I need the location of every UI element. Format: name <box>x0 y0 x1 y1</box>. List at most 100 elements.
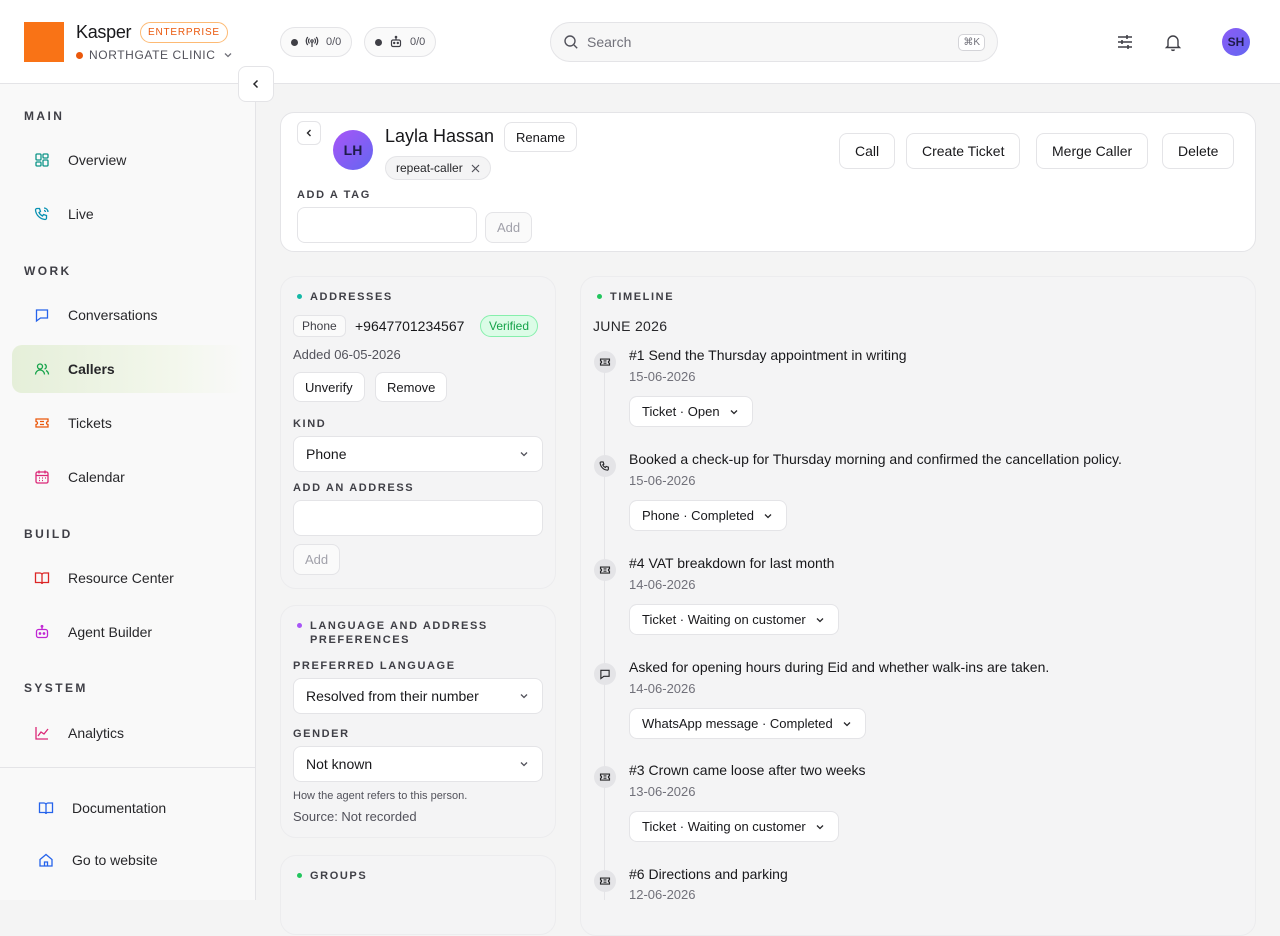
timeline-status-dropdown[interactable]: Ticket · Waiting on customer <box>629 604 839 635</box>
status-dot <box>375 38 382 46</box>
merge-caller-button[interactable]: Merge Caller <box>1036 133 1149 169</box>
timeline-status-dropdown[interactable]: Ticket · Waiting on customer <box>629 811 839 842</box>
section-dot <box>597 294 602 299</box>
call-button[interactable]: Call <box>839 133 896 169</box>
timeline-event-title[interactable]: Asked for opening hours during Eid and w… <box>629 659 1049 675</box>
add-address-button[interactable]: Add <box>293 544 341 575</box>
brand-logo[interactable] <box>24 22 64 62</box>
timeline-title: TIMELINE <box>597 290 674 304</box>
search-shortcut: ⌘K <box>958 33 985 51</box>
chevron-down-icon <box>222 49 234 61</box>
sidebar-item-overview[interactable]: Overview <box>12 136 244 184</box>
timeline-event-date: 15-06-2026 <box>629 369 696 384</box>
search-input[interactable] <box>587 34 951 50</box>
gender-hint: How the agent refers to this person. <box>293 790 468 802</box>
sidebar-item-go-to-website[interactable]: Go to website <box>16 836 248 884</box>
timeline-event-title[interactable]: #3 Crown came loose after two weeks <box>629 762 866 778</box>
addresses-title: ADDRESSES <box>297 290 393 304</box>
timeline-status-dropdown[interactable]: Ticket · Open <box>629 396 753 427</box>
timeline-rail <box>604 371 605 900</box>
chevron-down-icon <box>814 614 826 626</box>
phone-icon <box>594 455 616 477</box>
line-chart-icon <box>34 725 50 741</box>
sidebar-item-calendar[interactable]: Calendar <box>12 453 244 501</box>
ticket-icon <box>594 870 616 892</box>
preferred-language-label: PREFERRED LANGUAGE <box>293 660 456 672</box>
ticket-icon <box>34 415 50 431</box>
address-added-date: Added 06-05-2026 <box>293 347 401 362</box>
counter-value: 0/0 <box>326 36 342 48</box>
sidebar-item-label: Live <box>68 206 94 222</box>
book-icon <box>38 800 54 816</box>
timeline-event-title[interactable]: #1 Send the Thursday appointment in writ… <box>629 347 907 363</box>
remove-address-button[interactable]: Remove <box>375 372 448 402</box>
add-address-input[interactable] <box>293 500 543 536</box>
org-switcher[interactable]: NORTHGATE CLINIC <box>76 48 234 62</box>
top-bar: Kasper ENTERPRISE NORTHGATE CLINIC 0/0 0… <box>0 0 1280 84</box>
timeline-event-date: 14-06-2026 <box>629 577 696 592</box>
bot-icon <box>389 35 403 49</box>
sidebar-item-label: Overview <box>68 152 127 168</box>
chevron-down-icon <box>762 510 774 522</box>
grid-icon <box>34 152 50 168</box>
sidebar-item-agent-builder[interactable]: Agent Builder <box>12 608 244 656</box>
groups-title: GROUPS <box>297 869 367 883</box>
filters-icon[interactable] <box>1113 30 1137 54</box>
chevron-down-icon <box>518 758 530 770</box>
delete-button[interactable]: Delete <box>1162 133 1235 169</box>
rename-button[interactable]: Rename <box>504 122 578 152</box>
create-ticket-button[interactable]: Create Ticket <box>906 133 1021 169</box>
add-tag-input[interactable] <box>297 207 477 243</box>
section-work: WORK <box>24 264 72 278</box>
agents-counter[interactable]: 0/0 <box>364 27 437 57</box>
home-icon <box>38 852 54 868</box>
timeline-event-title[interactable]: #4 VAT breakdown for last month <box>629 555 834 571</box>
verified-badge: Verified <box>480 315 539 337</box>
section-dot <box>297 294 302 299</box>
users-icon <box>34 361 50 377</box>
sidebar-item-tickets[interactable]: Tickets <box>12 399 244 447</box>
preferred-language-select[interactable]: Resolved from their number <box>293 678 543 714</box>
sidebar-item-resource-center[interactable]: Resource Center <box>12 554 244 602</box>
timeline-status-dropdown[interactable]: WhatsApp message · Completed <box>629 708 866 739</box>
add-address-label: ADD AN ADDRESS <box>293 482 415 494</box>
chevron-down-icon <box>518 448 530 460</box>
sidebar-item-live[interactable]: Live <box>12 190 244 238</box>
tag-chip: repeat-caller <box>385 156 491 180</box>
kind-select[interactable]: Phone <box>293 436 543 472</box>
sidebar-item-label: Calendar <box>68 469 125 485</box>
gender-value: Not known <box>306 756 373 772</box>
timeline-event-title[interactable]: #6 Directions and parking <box>629 866 788 882</box>
org-name: NORTHGATE CLINIC <box>89 48 216 62</box>
sidebar-item-label: Resource Center <box>68 570 174 586</box>
sidebar-item-callers[interactable]: Callers <box>12 345 244 393</box>
sidebar-item-analytics[interactable]: Analytics <box>12 709 244 757</box>
chevron-left-icon <box>303 127 315 139</box>
sidebar-item-label: Agent Builder <box>68 624 153 640</box>
back-button[interactable] <box>297 121 321 145</box>
section-dot <box>297 623 302 628</box>
chevron-down-icon <box>814 821 826 833</box>
book-open-icon <box>34 570 50 586</box>
global-search[interactable]: ⌘K <box>550 22 998 62</box>
address-number: +9647701234567 <box>355 318 465 334</box>
section-main: MAIN <box>24 109 65 123</box>
ticket-icon <box>594 351 616 373</box>
user-avatar[interactable]: SH <box>1222 28 1250 56</box>
sidebar-item-conversations[interactable]: Conversations <box>12 291 244 339</box>
gender-select[interactable]: Not known <box>293 746 543 782</box>
timeline-status-dropdown[interactable]: Phone · Completed <box>629 500 788 531</box>
sidebar-item-documentation[interactable]: Documentation <box>16 784 248 832</box>
sidebar-item-label: Tickets <box>68 415 112 431</box>
timeline-event-title[interactable]: Booked a check-up for Thursday morning a… <box>629 451 1122 467</box>
message-square-icon <box>34 307 50 323</box>
live-calls-counter[interactable]: 0/0 <box>280 27 353 57</box>
close-icon[interactable] <box>471 164 480 173</box>
status-label: Ticket · Waiting on customer <box>642 819 806 834</box>
collapse-sidebar-button[interactable] <box>238 66 274 102</box>
add-tag-button[interactable]: Add <box>485 212 533 243</box>
sidebar: MAIN Overview Live WORK Conversations Ca… <box>0 84 256 900</box>
chevron-down-icon <box>518 690 530 702</box>
unverify-button[interactable]: Unverify <box>293 372 365 402</box>
bell-icon[interactable] <box>1161 30 1185 54</box>
